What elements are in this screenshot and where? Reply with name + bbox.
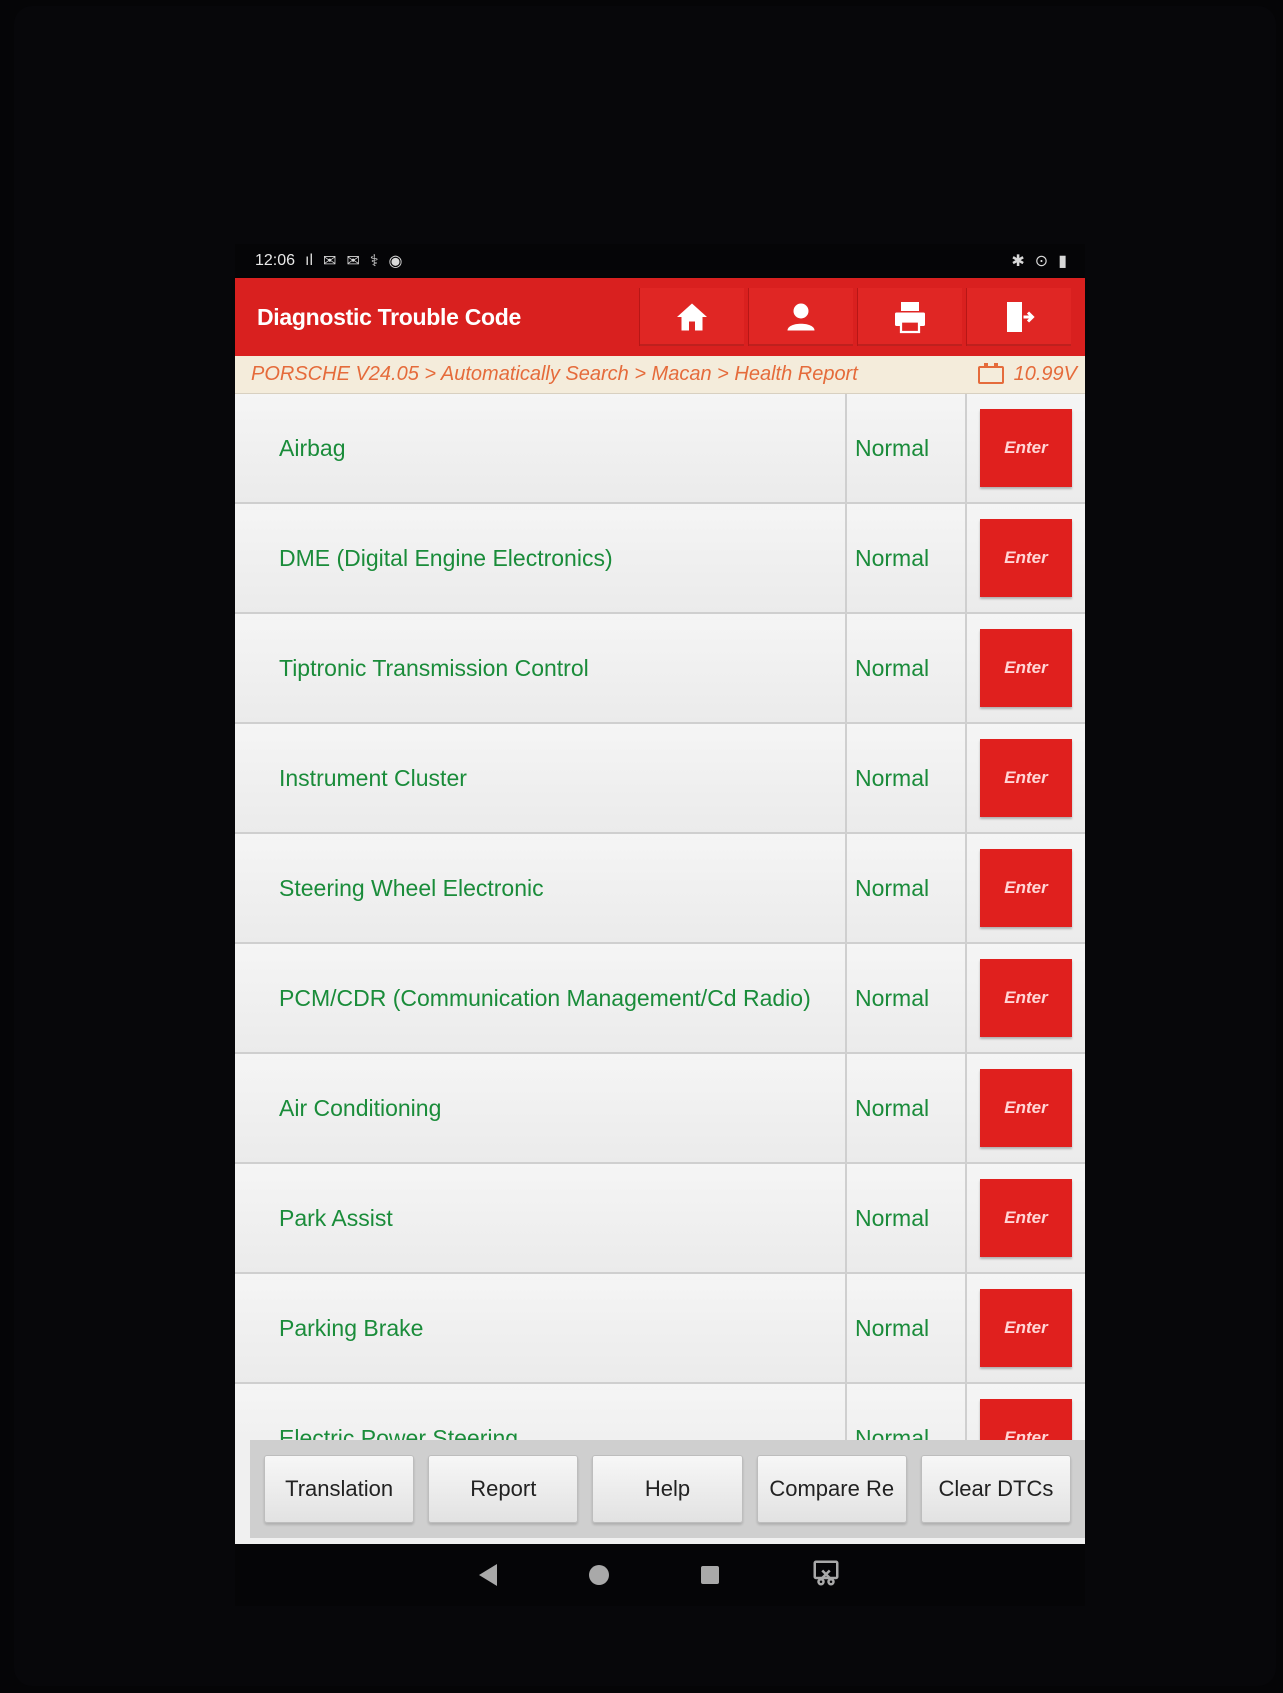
action-cell: Enter <box>967 614 1085 722</box>
system-status: Normal <box>847 1384 967 1440</box>
system-status: Normal <box>847 1164 967 1272</box>
system-name: Park Assist <box>235 1164 847 1272</box>
system-status: Normal <box>847 614 967 722</box>
table-row: PCM/CDR (Communication Management/Cd Rad… <box>235 944 1085 1054</box>
accessibility-icon: ◉ <box>388 253 403 270</box>
table-row: Instrument Cluster Normal Enter <box>235 724 1085 834</box>
location-icon: ⊙ <box>1034 253 1049 270</box>
compare-report-button[interactable]: Compare Re <box>756 1455 907 1523</box>
enter-button[interactable]: Enter <box>980 959 1072 1037</box>
table-row: Steering Wheel Electronic Normal Enter <box>235 834 1085 944</box>
action-cell: Enter <box>967 504 1085 612</box>
action-cell: Enter <box>967 1054 1085 1162</box>
status-time: 12:06 <box>255 252 296 269</box>
system-name: Tiptronic Transmission Control <box>235 614 847 722</box>
exit-icon <box>1007 302 1035 332</box>
system-name: Instrument Cluster <box>235 724 847 832</box>
recent-apps-icon[interactable] <box>701 1566 719 1584</box>
system-status: Normal <box>847 944 967 1052</box>
translation-button[interactable]: Translation <box>264 1455 415 1523</box>
table-row: Tiptronic Transmission Control Normal En… <box>235 614 1085 724</box>
battery-icon: ▮ <box>1058 253 1067 270</box>
mail-icon: ✉ <box>323 253 337 270</box>
breadcrumb: PORSCHE V24.05 > Automatically Search > … <box>235 356 1085 394</box>
app-header: Diagnostic Trouble Code <box>235 278 1085 356</box>
system-name: Electric Power Steering <box>235 1384 847 1440</box>
table-row: Electric Power Steering Normal Enter <box>235 1384 1085 1440</box>
action-cell: Enter <box>967 834 1085 942</box>
enter-button[interactable]: Enter <box>980 629 1072 707</box>
enter-button[interactable]: Enter <box>980 409 1072 487</box>
system-status: Normal <box>847 394 967 502</box>
android-navbar <box>235 1544 1085 1606</box>
report-button[interactable]: Report <box>428 1455 579 1523</box>
clear-dtcs-button[interactable]: Clear DTCs <box>920 1455 1072 1523</box>
enter-button[interactable]: Enter <box>980 1399 1072 1440</box>
action-cell: Enter <box>967 1384 1085 1440</box>
enter-button[interactable]: Enter <box>980 1069 1072 1147</box>
enter-button[interactable]: Enter <box>980 739 1072 817</box>
breadcrumb-path: PORSCHE V24.05 > Automatically Search > … <box>251 363 858 385</box>
voltage-indicator: 10.99V <box>977 362 1077 386</box>
system-status: Normal <box>847 724 967 832</box>
enter-button[interactable]: Enter <box>980 519 1072 597</box>
action-cell: Enter <box>967 1164 1085 1272</box>
voltage-value: 10.99V <box>1013 363 1077 385</box>
table-row: Air Conditioning Normal Enter <box>235 1054 1085 1164</box>
system-name: DME (Digital Engine Electronics) <box>235 504 847 612</box>
status-bar-left: 12:06 ıl ✉ ✉ ⚕ ◉ <box>255 251 402 271</box>
system-name: PCM/CDR (Communication Management/Cd Rad… <box>235 944 847 1052</box>
print-icon <box>895 302 925 334</box>
status-bar-right: ✱ ⊙ ▮ <box>1011 251 1067 271</box>
diagnostic-icon: ⚕ <box>369 253 379 270</box>
system-status: Normal <box>847 504 967 612</box>
system-name: Steering Wheel Electronic <box>235 834 847 942</box>
system-name: Airbag <box>235 394 847 502</box>
action-cell: Enter <box>967 944 1085 1052</box>
table-row: Airbag Normal Enter <box>235 394 1085 504</box>
home-nav-icon[interactable] <box>589 1565 609 1585</box>
back-icon[interactable] <box>479 1564 497 1586</box>
home-button[interactable] <box>639 288 744 346</box>
screenshot-tool-icon[interactable] <box>811 1558 841 1593</box>
table-row: DME (Digital Engine Electronics) Normal … <box>235 504 1085 614</box>
enter-button[interactable]: Enter <box>980 1289 1072 1367</box>
support-icon <box>787 303 815 331</box>
action-cell: Enter <box>967 724 1085 832</box>
status-bar: 12:06 ıl ✉ ✉ ⚕ ◉ ✱ ⊙ ▮ <box>235 244 1085 278</box>
system-list[interactable]: Airbag Normal Enter DME (Digital Engine … <box>235 394 1085 1440</box>
exit-button[interactable] <box>966 288 1071 346</box>
action-cell: Enter <box>967 1274 1085 1382</box>
enter-button[interactable]: Enter <box>980 849 1072 927</box>
table-row: Park Assist Normal Enter <box>235 1164 1085 1274</box>
mail-icon: ✉ <box>346 253 360 270</box>
system-status: Normal <box>847 1054 967 1162</box>
battery-voltage-icon <box>977 362 1004 384</box>
action-cell: Enter <box>967 394 1085 502</box>
signal-icon: ıl <box>305 252 314 269</box>
table-row: Parking Brake Normal Enter <box>235 1274 1085 1384</box>
system-status: Normal <box>847 1274 967 1382</box>
home-icon <box>677 303 707 331</box>
system-status: Normal <box>847 834 967 942</box>
enter-button[interactable]: Enter <box>980 1179 1072 1257</box>
system-name: Air Conditioning <box>235 1054 847 1162</box>
support-button[interactable] <box>748 288 853 346</box>
system-name: Parking Brake <box>235 1274 847 1382</box>
bottom-toolbar: Translation Report Help Compare Re Clear… <box>250 1440 1085 1538</box>
page-title: Diagnostic Trouble Code <box>257 303 522 330</box>
help-button[interactable]: Help <box>592 1455 743 1523</box>
print-button[interactable] <box>857 288 962 346</box>
bluetooth-icon: ✱ <box>1011 253 1025 270</box>
